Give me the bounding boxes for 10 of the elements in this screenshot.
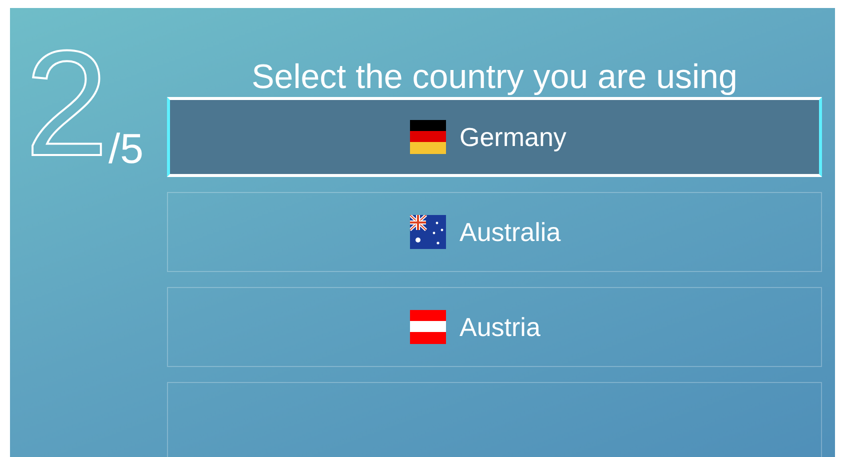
germany-flag-icon bbox=[410, 120, 446, 154]
country-option[interactable]: Australia bbox=[167, 192, 822, 272]
australia-flag-icon bbox=[410, 215, 446, 249]
austria-flag-icon bbox=[410, 310, 446, 344]
country-option[interactable]: Austria bbox=[167, 287, 822, 367]
step-total: /5 bbox=[108, 128, 144, 170]
option-row-partial[interactable] bbox=[167, 382, 822, 457]
page-title: Select the country you are using bbox=[250, 57, 738, 97]
step-number: 2 bbox=[25, 28, 108, 178]
country-option[interactable]: Germany bbox=[167, 97, 822, 177]
